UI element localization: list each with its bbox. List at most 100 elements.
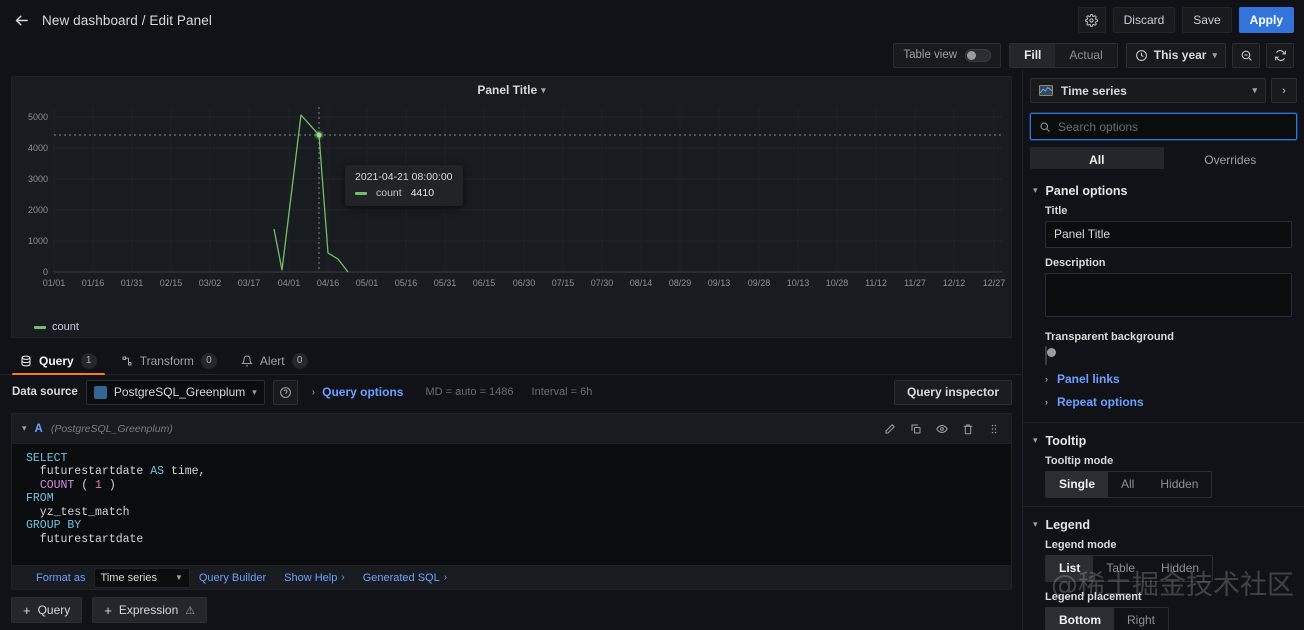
query-actions-bar: + Query + Expression ⚠ [0, 590, 1022, 630]
copy-icon[interactable] [907, 420, 925, 438]
fill-button[interactable]: Fill [1010, 43, 1056, 67]
tab-query[interactable]: Query 1 [8, 347, 109, 375]
actual-button[interactable]: Actual [1055, 44, 1116, 67]
datasource-picker[interactable]: PostgreSQL_Greenplum ▾ [85, 379, 265, 405]
save-button[interactable]: Save [1182, 7, 1232, 33]
add-query-button[interactable]: + Query [11, 597, 83, 623]
timeseries-chart[interactable]: 5000 4000 3000 2000 1000 0 01/01 01/16 0… [12, 103, 1012, 299]
chevron-down-icon[interactable]: ▾ [541, 85, 546, 96]
query-options-label: Query options [322, 385, 404, 399]
panel-title-input[interactable] [1045, 220, 1292, 248]
pencil-icon[interactable] [881, 420, 899, 438]
panel-legend[interactable]: count [12, 317, 1011, 337]
panel-links-section[interactable]: › Panel links [1023, 365, 1304, 393]
legend-placement-label: Legend placement [1045, 590, 1142, 603]
datasource-label: Data source [12, 386, 78, 398]
chart-area[interactable]: 5000 4000 3000 2000 1000 0 01/01 01/16 0… [12, 103, 1011, 317]
svg-text:09/13: 09/13 [708, 278, 731, 288]
discard-button[interactable]: Discard [1112, 7, 1176, 33]
scope-tabs: All Overrides [1030, 147, 1297, 169]
drag-handle-icon[interactable] [985, 420, 1003, 438]
visualization-name: Time series [1061, 83, 1127, 98]
editor-tabs: Query 1 Transform 0 Alert 0 [0, 347, 1022, 375]
table-view-toggle[interactable]: Table view [893, 42, 1002, 68]
help-circle-icon[interactable] [272, 379, 298, 405]
svg-text:12/27: 12/27 [983, 278, 1006, 288]
legend-placement-right[interactable]: Right [1114, 608, 1168, 630]
section-title: Tooltip [1045, 433, 1087, 448]
generated-sql-link[interactable]: Generated SQL › [354, 572, 456, 584]
legend-mode-group: List Table Hidden [1045, 554, 1214, 582]
svg-text:05/01: 05/01 [356, 278, 379, 288]
panel-header[interactable]: Panel Title ▾ [12, 77, 1011, 103]
search-options-box[interactable] [1030, 113, 1297, 140]
legend-placement-bottom[interactable]: Bottom [1046, 607, 1114, 630]
breadcrumb[interactable]: New dashboard / Edit Panel [42, 13, 212, 28]
interval-info: Interval = 6h [531, 386, 593, 398]
section-panel-options[interactable]: ▾ Panel options [1023, 173, 1304, 205]
tab-alert[interactable]: Alert 0 [229, 347, 320, 374]
svg-text:04/01: 04/01 [278, 278, 301, 288]
show-help-link[interactable]: Show Help › [275, 572, 354, 584]
legend-item-label[interactable]: count [52, 321, 79, 333]
repeat-options-label: Repeat options [1057, 394, 1144, 409]
legend-mode-hidden[interactable]: Hidden [1148, 556, 1212, 581]
chevron-right-icon: › [341, 572, 345, 583]
tab-query-label: Query [39, 353, 74, 368]
fill-actual-segment: Fill Actual [1009, 42, 1118, 68]
legend-mode-table[interactable]: Table [1093, 556, 1148, 581]
query-options-toggle[interactable]: › Query options [312, 385, 404, 399]
eye-icon[interactable] [933, 420, 951, 438]
gear-icon[interactable] [1077, 7, 1106, 33]
svg-text:0: 0 [43, 267, 48, 277]
scope-tab-all[interactable]: All [1030, 147, 1164, 169]
visualization-picker[interactable]: Time series ▾ [1030, 78, 1266, 103]
table-view-switch[interactable] [965, 48, 992, 62]
chevron-down-icon[interactable]: ▾ [22, 423, 27, 434]
time-range-picker[interactable]: This year ▾ [1125, 42, 1226, 68]
tab-transform-label: Transform [139, 353, 194, 368]
section-tooltip[interactable]: ▾ Tooltip [1023, 421, 1304, 455]
sql-editor[interactable]: SELECT futurestartdate AS time, COUNT ( … [12, 444, 1011, 565]
query-editor-footer: Format as Time series ▼ Query Builder Sh… [12, 565, 1011, 589]
format-as-select[interactable]: Time series ▼ [93, 567, 190, 588]
query-builder-link[interactable]: Query Builder [190, 572, 275, 584]
chevron-down-icon: ▾ [252, 386, 257, 397]
transparent-background-switch[interactable] [1045, 345, 1056, 365]
sql-line: FROM [26, 492, 54, 506]
panel-title: Panel Title [477, 83, 538, 97]
tooltip-mode-hidden[interactable]: Hidden [1147, 472, 1211, 497]
svg-text:06/15: 06/15 [473, 278, 496, 288]
svg-text:12/12: 12/12 [943, 278, 966, 288]
transparent-background-field: Transparent background [1023, 331, 1304, 365]
refresh-icon[interactable] [1266, 42, 1294, 68]
query-ref-id[interactable]: A [35, 423, 43, 435]
legend-mode-list[interactable]: List [1046, 555, 1094, 581]
section-title: Panel options [1045, 183, 1128, 198]
chevron-right-icon: › [1045, 396, 1048, 407]
svg-text:10/13: 10/13 [787, 278, 810, 288]
sql-line: GROUP BY [26, 519, 82, 533]
svg-text:2000: 2000 [28, 205, 48, 215]
section-legend[interactable]: ▾ Legend [1023, 505, 1304, 539]
highlight-point [316, 132, 322, 138]
tooltip-mode-single[interactable]: Single [1046, 471, 1109, 497]
tab-transform[interactable]: Transform 0 [109, 347, 229, 374]
repeat-options-section[interactable]: › Repeat options [1023, 393, 1304, 416]
zoom-out-icon[interactable] [1232, 42, 1260, 68]
add-expression-button[interactable]: + Expression ⚠ [92, 597, 208, 623]
chevron-down-icon: ▾ [1033, 519, 1038, 530]
options-sidebar: Time series ▾ › All Overrides [1022, 70, 1304, 630]
scope-tab-overrides[interactable]: Overrides [1163, 147, 1297, 169]
search-input[interactable] [1058, 119, 1288, 134]
apply-button[interactable]: Apply [1238, 7, 1294, 33]
tooltip-mode-all[interactable]: All [1108, 472, 1147, 497]
trash-icon[interactable] [959, 420, 977, 438]
viz-picker-row: Time series ▾ › [1023, 70, 1304, 103]
panel-description-input[interactable] [1045, 272, 1292, 317]
svg-text:01/31: 01/31 [121, 278, 144, 288]
search-icon [1040, 121, 1050, 132]
back-icon[interactable] [8, 7, 34, 33]
viz-next-icon[interactable]: › [1271, 78, 1297, 103]
query-inspector-button[interactable]: Query inspector [893, 379, 1012, 405]
